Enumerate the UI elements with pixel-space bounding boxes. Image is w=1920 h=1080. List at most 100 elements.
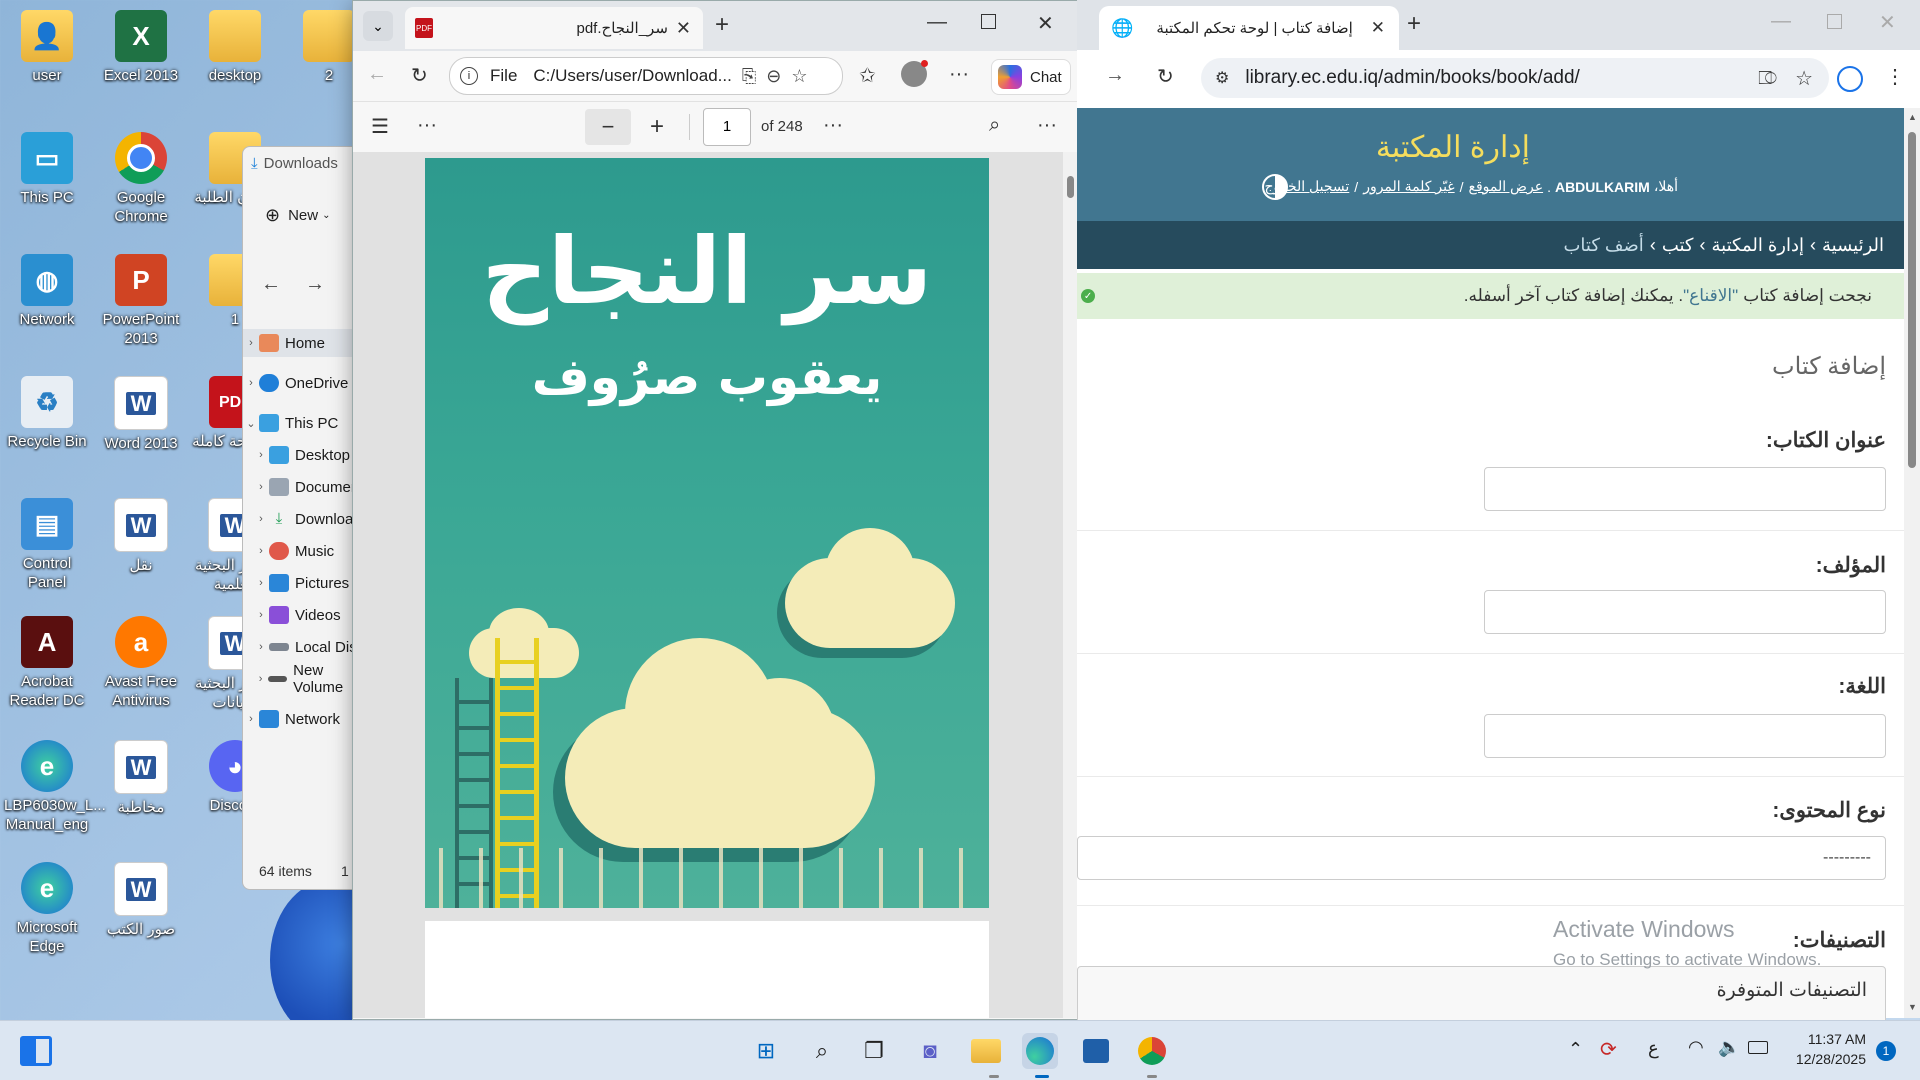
more-options-icon[interactable]: ··· (949, 63, 969, 86)
nav-item-new-volume[interactable]: › New Volume (243, 662, 363, 696)
nav-item-local-disk[interactable]: › Local Disk (243, 633, 363, 661)
desktop-icon-recycle-bin[interactable]: ♻ Recycle Bin (4, 376, 90, 451)
new-button[interactable]: ⊕ New ⌄ (265, 205, 331, 226)
breadcrumb-home[interactable]: الرئيسية (1822, 235, 1884, 256)
available-categories-box[interactable]: التصنيفات المتوفرة (1077, 966, 1886, 1028)
close-tab-icon[interactable]: ✕ (676, 18, 691, 39)
nav-item-pictures[interactable]: › Pictures (243, 569, 363, 597)
chrome-menu-icon[interactable]: ⋮ (1885, 64, 1905, 89)
back-arrow-icon[interactable]: ← (261, 273, 281, 296)
desktop-icon-this-pc[interactable]: ▭ This PC (4, 132, 90, 207)
nav-item-documents[interactable]: › Documents (243, 473, 363, 501)
minimize-icon[interactable]: — (1771, 10, 1791, 33)
star-icon[interactable]: ☆ (791, 66, 807, 87)
nav-item-desktop[interactable]: › Desktop (243, 441, 363, 469)
wifi-icon[interactable]: ◠ (1688, 1037, 1704, 1058)
minimize-icon[interactable]: — (927, 11, 947, 34)
edge-taskbar-icon[interactable] (1022, 1033, 1058, 1069)
desktop-icon-desktop-folder[interactable]: desktop (192, 10, 278, 85)
url-field[interactable]: i File C:/Users/user/Download... ⎘ ⊖ ☆ (449, 57, 843, 95)
scrollbar-thumb[interactable] (1908, 132, 1916, 468)
desktop-icon-user[interactable]: 👤 user (4, 10, 90, 85)
clock-time[interactable]: 11:37 AM (1782, 1031, 1866, 1047)
forward-arrow-icon[interactable]: → (1105, 64, 1125, 87)
update-icon[interactable]: ⟳ (1600, 1037, 1617, 1062)
forward-arrow-icon[interactable]: → (305, 273, 325, 296)
desktop-icon-word[interactable]: W Word 2013 (98, 376, 184, 453)
desktop-icon-avast[interactable]: a Avast Free Antivirus (98, 616, 184, 710)
omnibox[interactable]: ⚙ library.ec.edu.iq/admin/books/book/add… (1201, 58, 1829, 98)
desktop-icon-network[interactable]: ◍ Network (4, 254, 90, 329)
task-view-icon[interactable]: ❐ (856, 1033, 892, 1069)
theme-toggle-icon[interactable] (1262, 174, 1288, 200)
pdf-document-view[interactable]: سر النجاح يعقوب صرُوف (353, 152, 1063, 1018)
desktop-icon-acrobat[interactable]: A Acrobat Reader DC (4, 616, 90, 710)
scroll-up-icon[interactable]: ▲ (1908, 112, 1917, 122)
change-password-link[interactable]: غيّر كلمة المرور (1363, 178, 1454, 195)
breadcrumb-library[interactable]: إدارة المكتبة (1712, 235, 1805, 256)
refresh-icon[interactable]: ↻ (1157, 64, 1174, 89)
page-number-input[interactable]: 1 (703, 108, 751, 146)
refresh-icon[interactable]: ↻ (411, 63, 428, 88)
author-input[interactable] (1484, 590, 1886, 634)
search-icon[interactable]: ⌕ (989, 114, 1000, 137)
chrome-taskbar-icon[interactable] (1134, 1033, 1170, 1069)
favorites-icon[interactable]: ✩ (859, 63, 876, 88)
notification-badge[interactable]: 1 (1876, 1041, 1896, 1061)
teams-chat-icon[interactable]: ◙ (912, 1033, 948, 1069)
bookmark-star-icon[interactable]: ☆ (1795, 66, 1813, 91)
volume-icon[interactable]: 🔈 (1718, 1037, 1740, 1058)
nav-item-this-pc[interactable]: ⌄ This PC (243, 409, 363, 437)
desktop-icon-manual[interactable]: e LBP6030w_L... Manual_eng (4, 740, 106, 834)
file-explorer-icon[interactable] (968, 1033, 1004, 1069)
tab-pdf[interactable]: PDF سر_النجاح.pdf ✕ (405, 7, 703, 49)
close-window-icon[interactable]: ✕ (1879, 10, 1896, 35)
nav-item-downloads[interactable]: › ⤓ Downloads (243, 505, 363, 533)
zoom-out-icon[interactable]: ⊖ (766, 66, 781, 87)
nav-item-videos[interactable]: › Videos (243, 601, 363, 629)
scroll-down-icon[interactable]: ▼ (1908, 1002, 1917, 1012)
file-explorer-window[interactable]: ⤓ Downloads ⊕ New ⌄ ← → › Home › OneDriv… (242, 146, 364, 890)
pdf-viewer-window[interactable]: ⌄ PDF سر_النجاح.pdf ✕ + — ✕ ← ↻ i File C… (352, 0, 1079, 1020)
desktop-icon-doc-1[interactable]: W نقل (98, 498, 184, 575)
back-arrow-icon[interactable]: ← (367, 63, 387, 86)
nav-item-network[interactable]: › Network (243, 705, 363, 733)
contents-list-icon[interactable]: ☰ (371, 114, 389, 139)
chrome-scrollbar[interactable]: ▲ ▼ (1904, 108, 1920, 1018)
chevron-up-icon[interactable]: ⌃ (1568, 1039, 1583, 1060)
desktop-icon-edge[interactable]: e Microsoft Edge (4, 862, 90, 956)
language-indicator[interactable]: ع (1648, 1038, 1659, 1059)
success-book-link[interactable]: "الاقناع" (1683, 286, 1738, 306)
translate-icon[interactable]: ⎄ (1758, 68, 1777, 89)
explorer-tab[interactable]: ⤓ Downloads (251, 155, 338, 172)
desktop-icon-doc-2[interactable]: W مخاطبة (98, 740, 184, 817)
breadcrumb-books[interactable]: كتب (1662, 235, 1694, 256)
site-settings-icon[interactable]: ⚙ (1215, 68, 1229, 88)
scrollbar-thumb[interactable] (1067, 176, 1074, 198)
zoom-in-button[interactable]: + (639, 109, 675, 145)
widgets-icon[interactable] (18, 1033, 54, 1069)
copilot-chat-button[interactable]: Chat (991, 59, 1071, 95)
settings-more-icon[interactable]: ··· (1037, 114, 1057, 137)
chrome-window[interactable]: 🌐 إضافة كتاب | لوحة تحكم المكتبة ✕ + — ✕… (1077, 0, 1920, 1028)
pdf-scrollbar[interactable] (1063, 152, 1078, 1018)
maximize-icon[interactable] (981, 14, 996, 29)
new-tab-plus-icon[interactable]: + (715, 11, 729, 39)
close-tab-icon[interactable]: ✕ (1371, 18, 1385, 38)
desktop-icon-doc-3[interactable]: W صور الكتب (98, 862, 184, 939)
title-input[interactable] (1484, 467, 1886, 511)
read-aloud-icon[interactable]: ⎘ (742, 66, 756, 87)
nav-item-home[interactable]: › Home (243, 329, 363, 357)
search-icon[interactable]: ⌕ (804, 1033, 840, 1069)
start-windows-icon[interactable]: ⊞ (748, 1033, 784, 1069)
site-title[interactable]: إدارة المكتبة (1376, 130, 1530, 165)
desktop-icon-control-panel[interactable]: ▤ Control Panel (4, 498, 90, 592)
battery-icon[interactable] (1748, 1041, 1768, 1054)
new-tab-plus-icon[interactable]: + (1407, 10, 1421, 38)
nav-item-music[interactable]: › Music (243, 537, 363, 565)
desktop-icon-powerpoint[interactable]: P PowerPoint 2013 (98, 254, 184, 348)
profile-icon[interactable] (1837, 66, 1863, 92)
desktop-icon-chrome[interactable]: Google Chrome (98, 132, 184, 226)
tab-add-book[interactable]: 🌐 إضافة كتاب | لوحة تحكم المكتبة ✕ (1099, 6, 1399, 50)
view-site-link[interactable]: عرض الموقع (1469, 178, 1544, 195)
